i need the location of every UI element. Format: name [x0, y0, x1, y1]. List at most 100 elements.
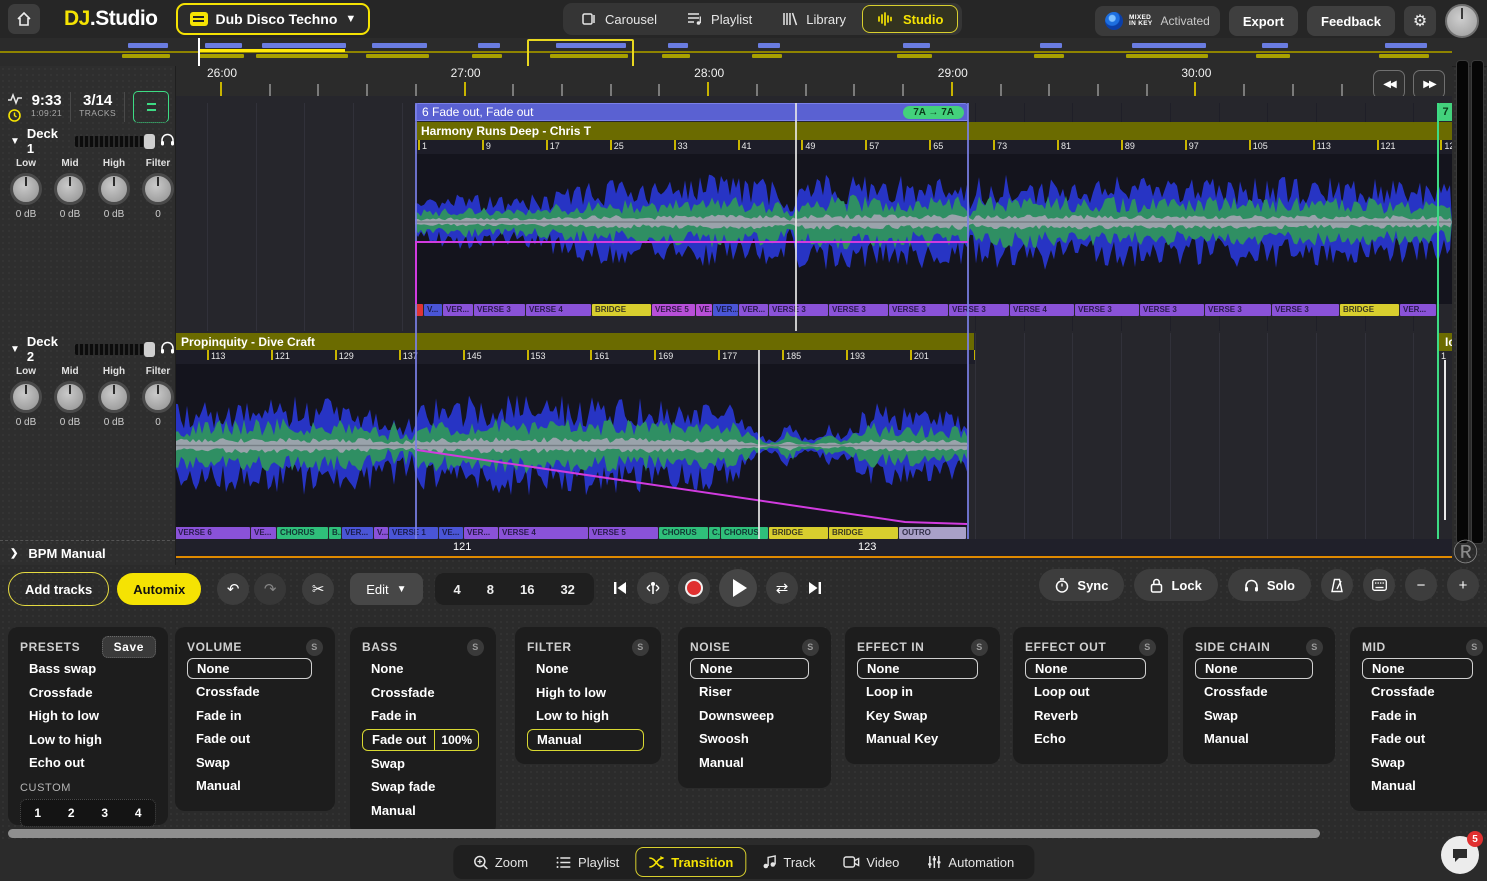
option-fade-out[interactable]: Fade out: [187, 727, 323, 751]
edit-dropdown[interactable]: Edit ▼: [350, 573, 422, 605]
transition-block-header[interactable]: 6 Fade out, Fade out 7A → 7A: [415, 103, 968, 121]
chat-button[interactable]: 5: [1441, 836, 1479, 874]
solo-badge[interactable]: S: [1306, 639, 1323, 656]
home-button[interactable]: [8, 4, 40, 34]
option-swap-fade[interactable]: Swap fade: [362, 775, 484, 799]
mix-overview-minimap[interactable]: [0, 38, 1487, 67]
option-swap[interactable]: Swap: [1195, 704, 1323, 728]
section-marker[interactable]: VERSE 5: [652, 304, 695, 316]
option-riser[interactable]: Riser: [690, 680, 819, 704]
minimap-viewport[interactable]: [527, 39, 634, 68]
deck-header-2[interactable]: ▼Deck 2: [0, 336, 175, 362]
master-volume-knob[interactable]: [1445, 4, 1479, 38]
solo-badge[interactable]: S: [632, 639, 649, 656]
section-marker[interactable]: VERSE 3: [1205, 304, 1271, 316]
skip-end-button[interactable]: [807, 580, 823, 596]
option-none[interactable]: None: [857, 658, 978, 679]
option-fade-in[interactable]: Fade in: [187, 704, 323, 728]
option-none[interactable]: None: [187, 658, 312, 679]
option-none[interactable]: None: [362, 657, 484, 681]
preset-item[interactable]: Crossfade: [20, 681, 156, 705]
loop-button[interactable]: ⇄: [766, 572, 798, 604]
snap-8[interactable]: 8: [474, 582, 507, 597]
section-marker[interactable]: VE...: [251, 527, 276, 539]
custom-preset-4[interactable]: 4: [122, 806, 156, 820]
custom-preset-2[interactable]: 2: [55, 806, 89, 820]
tab-carousel[interactable]: Carousel: [567, 6, 671, 32]
center-playhead-button[interactable]: [637, 572, 669, 604]
option-manual[interactable]: Manual: [1362, 774, 1483, 798]
bottom-tab-zoom[interactable]: Zoom: [461, 848, 540, 876]
timeline-tracks-area[interactable]: Harmony Runs Deep - Chris T 191725334149…: [175, 96, 1452, 560]
headphones-icon[interactable]: [160, 340, 175, 359]
option-none[interactable]: None: [1195, 658, 1313, 679]
solo-badge[interactable]: S: [1139, 639, 1156, 656]
option-manual-key[interactable]: Manual Key: [857, 727, 988, 751]
cut-button[interactable]: ✂: [302, 573, 334, 605]
horizontal-scrollbar[interactable]: [8, 829, 1320, 838]
option-none[interactable]: None: [690, 658, 809, 679]
knob-low[interactable]: Low0 dB: [10, 366, 42, 428]
track3-title-bar[interactable]: Ic: [1439, 333, 1452, 351]
option-loop-in[interactable]: Loop in: [857, 680, 988, 704]
minimap-playhead[interactable]: [198, 38, 200, 66]
knob-high[interactable]: High0 dB: [98, 366, 130, 428]
option-swap[interactable]: Swap: [1362, 751, 1483, 775]
section-marker[interactable]: VERSE 3: [889, 304, 948, 316]
option-manual[interactable]: Manual: [527, 729, 644, 751]
track1-volume-automation[interactable]: [415, 241, 968, 243]
option-echo[interactable]: Echo: [1025, 727, 1156, 751]
deck1-playhead[interactable]: [795, 103, 797, 331]
knob-filter[interactable]: Filter0: [142, 366, 174, 428]
preset-item[interactable]: Bass swap: [20, 657, 156, 681]
snap-32[interactable]: 32: [547, 582, 587, 597]
section-marker[interactable]: VER...: [342, 527, 373, 539]
option-fade-in[interactable]: Fade in: [362, 704, 484, 728]
section-marker[interactable]: VERSE 3: [1272, 304, 1339, 316]
section-marker[interactable]: VERSE 6: [175, 527, 250, 539]
option-value[interactable]: 100%: [434, 730, 478, 750]
section-marker[interactable]: V...: [374, 527, 388, 539]
preset-item[interactable]: High to low: [20, 704, 156, 728]
preset-item[interactable]: Echo out: [20, 751, 156, 775]
preset-item[interactable]: Low to high: [20, 728, 156, 752]
solo-badge[interactable]: S: [306, 639, 323, 656]
custom-preset-1[interactable]: 1: [21, 806, 55, 820]
section-marker[interactable]: CHORUS: [277, 527, 328, 539]
metronome-button[interactable]: [1321, 569, 1353, 601]
custom-preset-3[interactable]: 3: [88, 806, 122, 820]
feedback-button[interactable]: Feedback: [1307, 6, 1395, 36]
option-crossfade[interactable]: Crossfade: [362, 681, 484, 705]
option-fade-in[interactable]: Fade in: [1362, 704, 1483, 728]
option-swoosh[interactable]: Swoosh: [690, 727, 819, 751]
zoom-out-button[interactable]: −: [1405, 569, 1437, 601]
option-high-to-low[interactable]: High to low: [527, 681, 649, 705]
save-preset-button[interactable]: Save: [102, 636, 156, 658]
fast-forward-button[interactable]: ▶▶: [1413, 70, 1445, 99]
solo-badge[interactable]: S: [467, 639, 484, 656]
section-marker[interactable]: VERSE 4: [526, 304, 591, 316]
section-marker[interactable]: VERSE 3: [1075, 304, 1139, 316]
solo-badge[interactable]: S: [971, 639, 988, 656]
section-marker[interactable]: VER...: [1400, 304, 1436, 316]
option-loop-out[interactable]: Loop out: [1025, 680, 1156, 704]
bottom-tab-video[interactable]: Video: [831, 848, 911, 876]
section-marker[interactable]: VER...: [739, 304, 768, 316]
record-button[interactable]: [678, 572, 710, 604]
option-swap[interactable]: Swap: [187, 751, 323, 775]
option-none[interactable]: None: [1025, 658, 1146, 679]
solo-button[interactable]: Solo: [1228, 569, 1311, 601]
option-swap[interactable]: Swap: [362, 752, 484, 776]
option-low-to-high[interactable]: Low to high: [527, 704, 649, 728]
play-button[interactable]: [719, 569, 757, 607]
bottom-tab-automation[interactable]: Automation: [915, 848, 1026, 876]
option-manual[interactable]: Manual: [187, 774, 323, 798]
skip-start-button[interactable]: [612, 580, 628, 596]
option-manual[interactable]: Manual: [362, 799, 484, 823]
section-marker[interactable]: VERSE 3: [474, 304, 525, 316]
section-marker[interactable]: BRIDGE: [1340, 304, 1399, 316]
deck2-playhead[interactable]: [758, 350, 760, 550]
option-reverb[interactable]: Reverb: [1025, 704, 1156, 728]
export-button[interactable]: Export: [1229, 6, 1298, 36]
tab-library[interactable]: Library: [768, 6, 860, 32]
